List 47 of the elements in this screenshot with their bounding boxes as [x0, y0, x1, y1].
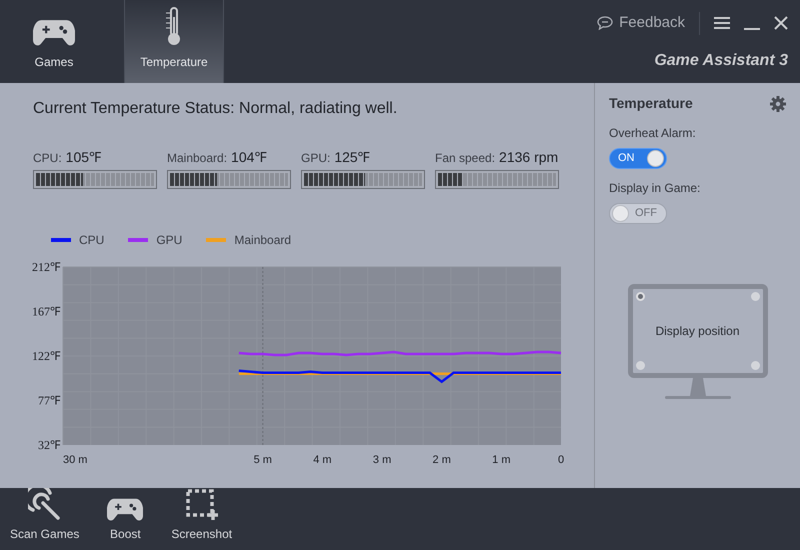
y-tick-label: 122℉	[32, 349, 60, 363]
x-tick-label: 4 m	[313, 454, 332, 466]
x-tick-label: 1 m	[492, 454, 511, 466]
reading-value: 125℉	[334, 148, 370, 167]
tool-button[interactable]: Scan Games	[10, 488, 80, 543]
legend-swatch-icon	[128, 238, 148, 242]
reading-label: Mainboard:	[167, 150, 228, 167]
status-text: Current Temperature Status: Normal, radiating well.	[33, 99, 398, 119]
reading-value: 2136 rpm	[499, 148, 558, 167]
y-tick-label: 32℉	[38, 438, 60, 452]
reading-label: CPU:	[33, 150, 62, 167]
reading-value: 104℉	[231, 148, 266, 167]
toggle-label: Display in Game:	[609, 180, 702, 197]
reading-label: GPU:	[301, 150, 330, 167]
x-tick-label: 3 m	[372, 454, 392, 466]
y-tick-label: 167℉	[32, 304, 60, 318]
gamepad-icon	[33, 18, 75, 47]
panel-title: Temperature	[609, 94, 693, 113]
legend-swatch-icon	[51, 238, 71, 242]
y-tick-label: 212℉	[32, 260, 60, 274]
feedback-button[interactable]: Feedback	[597, 12, 700, 34]
legend-label: Mainboard	[234, 232, 292, 249]
toggle-label: Overheat Alarm:	[609, 125, 697, 142]
legend-swatch-icon	[206, 238, 226, 242]
gamepad-icon	[107, 496, 144, 522]
menu-icon[interactable]	[714, 16, 730, 30]
x-axis-start-label: 30 m	[63, 454, 88, 466]
reading-value: 105℉	[66, 148, 102, 167]
settings-icon[interactable]	[770, 96, 786, 112]
close-icon[interactable]	[774, 16, 788, 30]
tool-button[interactable]: Boost	[107, 496, 144, 543]
legend-label: CPU	[79, 232, 104, 249]
x-tick-label: 5 m	[254, 454, 272, 466]
screenshot-icon	[184, 488, 219, 522]
x-tick-label: 2 m	[432, 454, 451, 466]
tool-button[interactable]: Screenshot	[171, 488, 232, 543]
legend-label: GPU	[156, 232, 182, 249]
nav-tab[interactable]: Temperature	[124, 0, 224, 83]
y-tick-label: 77℉	[38, 394, 60, 408]
reading-label: Fan speed:	[435, 150, 496, 167]
x-tick-label: 0	[558, 454, 564, 466]
toggle-switch[interactable]: ON	[609, 148, 667, 169]
nav-tab[interactable]: Games	[4, 0, 104, 83]
display-position-label: Display position	[655, 323, 740, 340]
app-title: Game Assistant 3	[654, 50, 788, 70]
scan-icon	[28, 488, 62, 522]
speech-bubble-icon	[597, 16, 614, 30]
